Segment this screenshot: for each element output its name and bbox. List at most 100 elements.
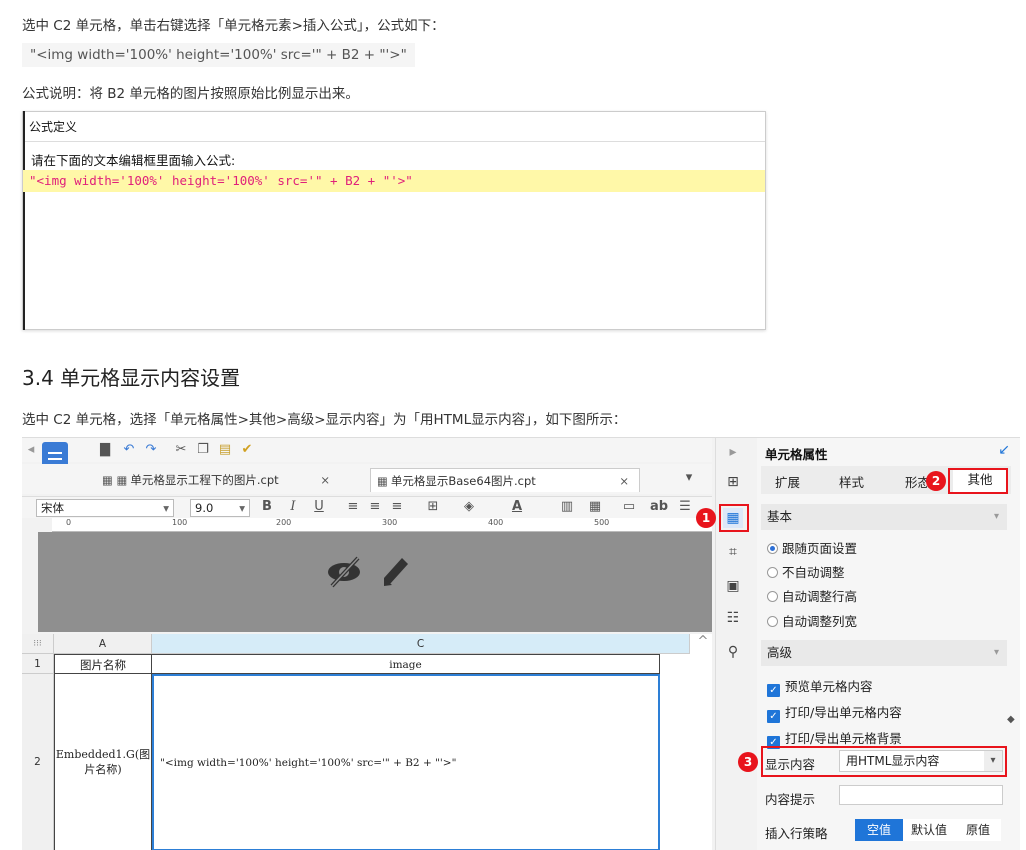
format-painter-icon[interactable]: ✔ <box>238 442 256 458</box>
redo-icon[interactable]: ↷ <box>142 442 160 458</box>
section-advanced[interactable]: 高级 ▾ <box>761 640 1007 666</box>
radio-auto-col-width[interactable]: 自动调整列宽 <box>767 611 857 630</box>
insert-field-icon[interactable]: ▭ <box>620 499 638 515</box>
radio-auto-row-height[interactable]: 自动调整行高 <box>767 586 857 605</box>
tab-style[interactable]: 样式 <box>839 472 864 491</box>
font-size-select[interactable]: 9.0 ▾ <box>190 499 250 517</box>
designer-screenshot: ◂ ▇ ↶ ↷ ✂ ❐ ▤ ✔ ▦ ▦ 单元格显示工程下的图片.cpt × ▦ 单元… <box>22 437 1020 850</box>
highlight-box-2 <box>948 468 1008 494</box>
chevron-down-icon: ▾ <box>993 511 999 522</box>
tab-expand[interactable]: 扩展 <box>775 472 800 491</box>
step-marker-2: 2 <box>926 471 946 491</box>
tooltip-input[interactable] <box>839 785 1003 805</box>
radio-label: 不自动调整 <box>782 565 845 580</box>
tooltip-label: 内容提示 <box>765 792 816 807</box>
expand-icon[interactable]: ↙ <box>998 442 1010 458</box>
chevron-down-icon: ▾ <box>993 647 999 658</box>
ruler-tick: 500 <box>594 518 610 527</box>
highlight-box-3 <box>761 746 1007 777</box>
bold-button[interactable]: B <box>258 499 276 515</box>
tab-base64-image[interactable]: ▦ 单元格显示Base64图片.cpt × <box>370 468 640 492</box>
radio-dot <box>767 591 778 602</box>
ruler-tick: 200 <box>276 518 292 527</box>
highlight-box-1 <box>719 504 749 532</box>
cell-a1[interactable]: 图片名称 <box>54 654 152 674</box>
scroll-left-icon[interactable]: ◂ <box>22 442 40 458</box>
ruler-tick: 400 <box>488 518 504 527</box>
cut-icon[interactable]: ✂ <box>172 442 190 458</box>
grid-icon: ▦ <box>377 474 388 488</box>
align-right-icon[interactable]: ≡ <box>388 499 406 515</box>
undo-icon[interactable]: ↶ <box>120 442 138 458</box>
dialog-label: 请在下面的文本编辑框里面输入公式: <box>31 153 236 168</box>
grid-insert-icon[interactable]: ⊞ <box>723 472 743 492</box>
hide-eye-icon[interactable] <box>326 556 366 588</box>
font-color-button[interactable]: A <box>508 499 526 515</box>
insert-option-original[interactable]: 原值 <box>955 819 1001 841</box>
hyperlink-icon[interactable]: ⚲ <box>723 642 743 662</box>
condition-icon[interactable]: ☷ <box>723 608 743 628</box>
insert-option-null[interactable]: 空值 <box>855 819 903 841</box>
italic-button[interactable]: I <box>284 499 302 515</box>
intro-paragraph: 选中 C2 单元格，单击右键选择「单元格元素>插入公式」，公式如下： <box>22 18 445 34</box>
tab-label: 单元格显示工程下的图片.cpt <box>130 473 279 487</box>
checkbox-print-content[interactable]: ✓ 打印/导出单元格内容 <box>767 702 902 723</box>
align-center-icon[interactable]: ≡ <box>366 499 384 515</box>
column-header-a[interactable]: A <box>54 634 152 654</box>
row-header-1[interactable]: 1 <box>22 654 54 674</box>
step-marker-1: 1 <box>696 508 716 528</box>
column-header-c[interactable]: C <box>152 634 690 654</box>
resize-handle-icon[interactable]: ◆ <box>1007 714 1015 725</box>
grid-icon: ▦ ▦ <box>102 473 128 487</box>
checkbox-label: 打印/导出单元格背景 <box>785 731 902 746</box>
section-advanced-label: 高级 <box>767 645 793 660</box>
report-grid: ⁝⁝⁝ A C ^ 1 2 图片名称 image Embedded1.G(图片名… <box>22 634 712 850</box>
insert-policy-label: 插入行策略 <box>765 826 828 841</box>
merge-cells-icon[interactable]: ▥ <box>558 499 576 515</box>
collapse-arrow-icon[interactable]: ▸ <box>723 442 743 462</box>
cell-element-icon[interactable]: ⌗ <box>723 542 743 562</box>
cell-c2-selected[interactable]: "<img width='100%' height='100%' src='" … <box>152 674 660 850</box>
tab-close-icon[interactable]: × <box>619 469 629 493</box>
font-family-select[interactable]: 宋体 ▾ <box>36 499 174 517</box>
step-marker-3: 3 <box>738 752 758 772</box>
cell-properties-panel: 单元格属性 ↙ 扩展 样式 形态 其他 基本 ▾ 跟随页面设置 不自动调整 自动… <box>757 438 1020 850</box>
cell-a2[interactable]: Embedded1.G(图片名称) <box>54 674 152 850</box>
underline-button[interactable]: U <box>310 499 328 515</box>
tab-project-image[interactable]: ▦ ▦ 单元格显示工程下的图片.cpt × <box>102 468 330 492</box>
border-icon[interactable]: ⊞ <box>424 499 442 515</box>
paste-icon[interactable]: ▤ <box>216 442 234 458</box>
cell-c1[interactable]: image <box>152 654 660 674</box>
scroll-up-icon[interactable]: ^ <box>694 634 712 650</box>
checkbox-preview-content[interactable]: ✓ 预览单元格内容 <box>767 676 873 697</box>
horizontal-ruler: 0 100 200 300 400 500 <box>52 518 712 532</box>
formula-dialog: 公式定义 请在下面的文本编辑框里面输入公式: "<img width='100%… <box>22 111 766 330</box>
format-toolbar: 宋体 ▾ 9.0 ▾ B I U ≡ ≡ ≡ ⊞ ◈ A ▥ ▦ ▭ ab ☰ <box>22 496 712 518</box>
section-basic[interactable]: 基本 ▾ <box>761 504 1007 530</box>
copy-icon[interactable]: ❐ <box>194 442 212 458</box>
formula-explanation: 公式说明：将 B2 单元格的图片按照原始比例显示出来。 <box>22 86 359 102</box>
main-toolbar: ◂ ▇ ↶ ↷ ✂ ❐ ▤ ✔ <box>22 438 712 486</box>
radio-label: 自动调整列宽 <box>782 614 858 629</box>
radio-follow-page[interactable]: 跟随页面设置 <box>767 538 857 557</box>
fill-color-icon[interactable]: ◈ <box>460 499 478 515</box>
check-icon: ✓ <box>767 710 780 723</box>
widget-icon[interactable]: ▣ <box>723 576 743 596</box>
align-left-icon[interactable]: ≡ <box>344 499 362 515</box>
tab-close-icon[interactable]: × <box>320 473 330 487</box>
edit-pencil-icon[interactable] <box>380 554 412 588</box>
radio-dot <box>767 543 778 554</box>
wrap-text-icon[interactable]: ☰ <box>676 499 694 515</box>
ruler-tick: 100 <box>172 518 188 527</box>
row-header-2[interactable]: 2 <box>22 674 54 850</box>
insert-option-default[interactable]: 默认值 <box>903 819 955 841</box>
parameter-pane <box>22 532 712 632</box>
formula-code-block: "<img width='100%' height='100%' src='" … <box>22 43 415 67</box>
unmerge-cells-icon[interactable]: ▦ <box>586 499 604 515</box>
save-icon[interactable]: ▇ <box>96 442 114 458</box>
formula-editor-line[interactable]: "<img width='100%' height='100%' src='" … <box>23 170 765 192</box>
radio-no-auto[interactable]: 不自动调整 <box>767 562 845 581</box>
tab-menu-icon[interactable]: ▾ <box>680 470 698 486</box>
grid-corner[interactable]: ⁝⁝⁝ <box>22 634 54 654</box>
text-ab-button[interactable]: ab <box>648 499 670 515</box>
